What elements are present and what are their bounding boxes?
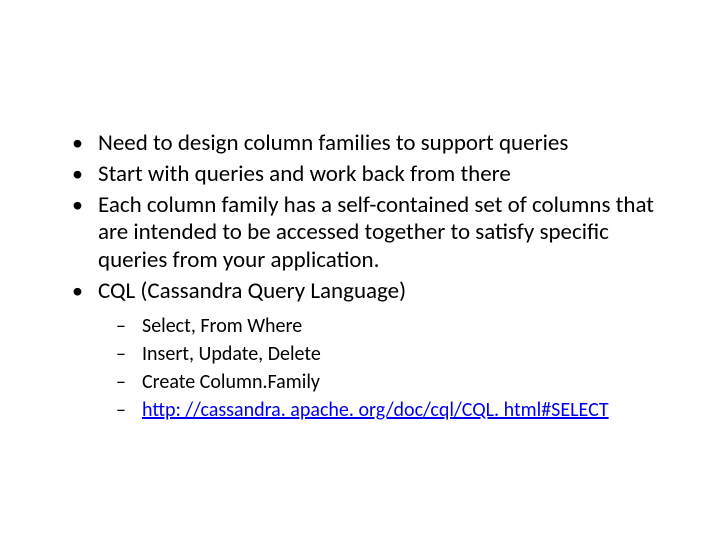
bullet-text: Each column family has a self-contained … [98, 191, 654, 273]
bullet-text: Start with queries and work back from th… [98, 160, 511, 188]
bullet-text: CQL (Cassandra Query Language) [98, 277, 406, 305]
cql-doc-link[interactable]: http: //cassandra. apache. org/doc/cql/C… [142, 398, 609, 422]
list-item: http: //cassandra. apache. org/doc/cql/C… [134, 397, 660, 423]
bullet-text: Insert, Update, Delete [142, 342, 321, 366]
list-item: Start with queries and work back from th… [88, 161, 660, 188]
list-item: CQL (Cassandra Query Language) Select, F… [88, 278, 660, 423]
bullet-list-level2: Select, From Where Insert, Update, Delet… [98, 313, 660, 423]
list-item: Need to design column families to suppor… [88, 130, 660, 157]
bullet-text: Need to design column families to suppor… [98, 129, 568, 157]
bullet-text: Create Column.Family [142, 370, 320, 394]
list-item: Create Column.Family [134, 369, 660, 395]
slide-body: Need to design column families to suppor… [0, 0, 720, 540]
list-item: Select, From Where [134, 313, 660, 339]
list-item: Each column family has a self-contained … [88, 192, 660, 273]
list-item: Insert, Update, Delete [134, 341, 660, 367]
bullet-list-level1: Need to design column families to suppor… [60, 130, 660, 423]
bullet-text: Select, From Where [142, 314, 302, 338]
